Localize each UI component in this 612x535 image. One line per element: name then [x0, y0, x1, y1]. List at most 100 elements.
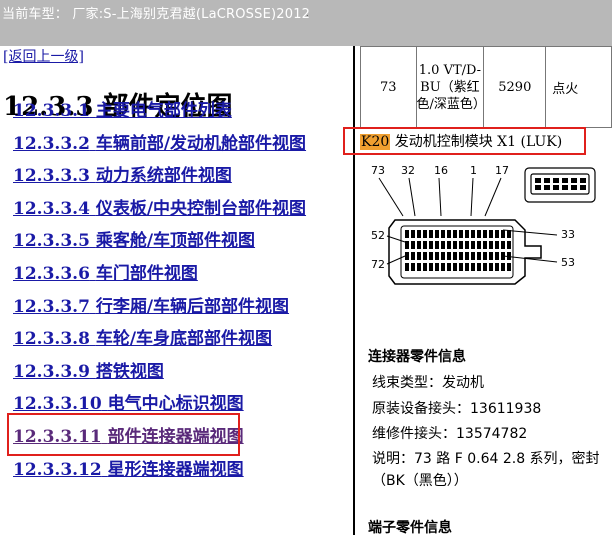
connector-pin: [453, 241, 457, 249]
nav-item: 12.3.3.12 星形连接器端视图: [13, 461, 306, 494]
nav-link-12-3-3-3[interactable]: 12.3.3.3 动力系统部件视图: [13, 166, 232, 186]
nav-number: 12.3.3.5: [13, 231, 90, 252]
connector-pin: [501, 241, 505, 249]
pane-divider[interactable]: [353, 46, 355, 535]
connector-pin: [435, 241, 439, 249]
connector-pin: [405, 252, 409, 260]
wire-color-cell: 1.0 VT/D- BU（紫红 色/深蓝色）: [415, 46, 486, 128]
title-dot: .: [306, 9, 309, 18]
connector-pin: [489, 263, 493, 271]
nav-item: 12.3.3.1 主要电气部件列表: [13, 102, 306, 135]
connector-pin: [477, 252, 481, 260]
nav-number: 12.3.3.3: [13, 166, 90, 187]
nav-link-12-3-3-7[interactable]: 12.3.3.7 行李厢/车辆后部部件视图: [13, 297, 289, 317]
nav-label: 星形连接器端视图: [107, 459, 244, 480]
nav-link-12-3-3-4[interactable]: 12.3.3.4 仪表板/中央控制台部件视图: [13, 199, 306, 219]
connector-pin: [459, 230, 463, 238]
connector-pin: [441, 252, 445, 260]
pin-label-17: 17: [495, 164, 509, 177]
nav-link-12-3-3-8[interactable]: 12.3.3.8 车轮/车身底部部件视图: [13, 329, 272, 349]
pin-label-1: 1: [470, 164, 477, 177]
connector-pin: [495, 252, 499, 260]
pin-table: 73 1.0 VT/D- BU（紫红 色/深蓝色） 5290 点火: [360, 46, 612, 128]
nav-label: 主要电气部件列表: [95, 101, 232, 121]
connector-pin: [441, 263, 445, 271]
connector-pin: [459, 252, 463, 260]
highlight-box-nav: [7, 413, 240, 456]
nav-label: 车轮/车身底部部件视图: [95, 329, 273, 350]
connector-pin: [495, 263, 499, 271]
nav-number: 12.3.3.7: [13, 296, 90, 317]
connector-pin: [501, 252, 505, 260]
nav-item: 12.3.3.2 车辆前部/发动机舱部件视图: [13, 135, 306, 168]
connector-pin: [417, 241, 421, 249]
nav-link-12-3-3-2[interactable]: 12.3.3.2 车辆前部/发动机舱部件视图: [13, 134, 306, 154]
connector-pin: [459, 263, 463, 271]
service-connector: 维修件接头：13574782: [372, 426, 528, 442]
connector-pin: [411, 241, 415, 249]
connector-pin: [435, 263, 439, 271]
pin-label-73: 73: [371, 164, 385, 177]
nav-number: 12.3.3.9: [13, 361, 90, 382]
nav-label: 车辆前部/发动机舱部件视图: [95, 133, 307, 154]
connector-pin: [507, 241, 511, 249]
connector-pin: [453, 252, 457, 260]
nav-number: 12.3.3.10: [13, 394, 102, 415]
nav-label: 车门部件视图: [95, 263, 198, 284]
connector-color: （BK（黑色））: [372, 473, 468, 489]
pin-label-32: 32: [401, 164, 415, 177]
nav-link-12-3-3-9[interactable]: 12.3.3.9 搭铁视图: [13, 362, 164, 382]
nav-item: 12.3.3.8 车轮/车身底部部件视图: [13, 330, 306, 363]
terminal-info-heading: 端子零件信息: [368, 520, 452, 535]
connector-pin: [411, 252, 415, 260]
nav-link-12-3-3-12[interactable]: 12.3.3.12 星形连接器端视图: [13, 460, 244, 480]
connector-pin: [429, 230, 433, 238]
connector-pin: [423, 241, 427, 249]
circuit-cell: 5290: [483, 46, 547, 128]
connector-pin: [483, 252, 487, 260]
pin-label-52: 52: [371, 229, 385, 242]
nav-link-12-3-3-10[interactable]: 12.3.3.10 电气中心标识视图: [13, 394, 244, 414]
nav-number: 12.3.3.6: [13, 263, 90, 284]
nav-label: 乘客舱/车顶部件视图: [95, 231, 256, 252]
connector-pin: [507, 252, 511, 260]
nav-number: 12.3.3.12: [13, 459, 102, 480]
nav-number: 12.3.3.2: [13, 133, 90, 154]
connector-pin: [447, 230, 451, 238]
right-pane: 73 1.0 VT/D- BU（紫红 色/深蓝色） 5290 点火 K20 发动…: [357, 46, 612, 535]
nav-label: 仪表板/中央控制台部件视图: [95, 198, 307, 219]
connector-pin: [477, 263, 481, 271]
connector-pin: [501, 230, 505, 238]
pin-cell: 73: [360, 46, 417, 128]
nav-item: 12.3.3.7 行李厢/车辆后部部件视图: [13, 298, 306, 331]
connector-pin: [483, 263, 487, 271]
nav-label: 搭铁视图: [95, 361, 164, 382]
connector-pin: [507, 230, 511, 238]
connector-pin: [477, 241, 481, 249]
connector-pin: [405, 263, 409, 271]
connector-pin: [417, 230, 421, 238]
connector-pin: [447, 241, 451, 249]
connector-pin: [471, 263, 475, 271]
connector-pin: [441, 241, 445, 249]
connector-pin: [423, 230, 427, 238]
connector-pin: [501, 263, 505, 271]
nav-label: 电气中心标识视图: [107, 394, 244, 415]
connector-pin: [471, 230, 475, 238]
connector-pin: [459, 241, 463, 249]
connector-pin: [465, 241, 469, 249]
connector-pin: [507, 263, 511, 271]
nav-link-12-3-3-5[interactable]: 12.3.3.5 乘客舱/车顶部件视图: [13, 231, 255, 251]
nav-link-12-3-3-6[interactable]: 12.3.3.6 车门部件视图: [13, 264, 198, 284]
nav-link-12-3-3-1[interactable]: 12.3.3.1 主要电气部件列表: [13, 101, 232, 121]
back-link[interactable]: [返回上一级]: [3, 46, 84, 66]
connector-pin: [471, 252, 475, 260]
connector-pin: [465, 230, 469, 238]
oem-connector: 原装设备接头：13611938: [372, 401, 542, 417]
connector-pin: [477, 230, 481, 238]
connector-pin: [435, 230, 439, 238]
table-row: 73 1.0 VT/D- BU（紫红 色/深蓝色） 5290 点火: [360, 46, 612, 128]
nav-number: 12.3.3.8: [13, 329, 90, 350]
harness-type: 线束类型：发动机: [372, 375, 484, 391]
nav-label: 动力系统部件视图: [95, 166, 232, 187]
